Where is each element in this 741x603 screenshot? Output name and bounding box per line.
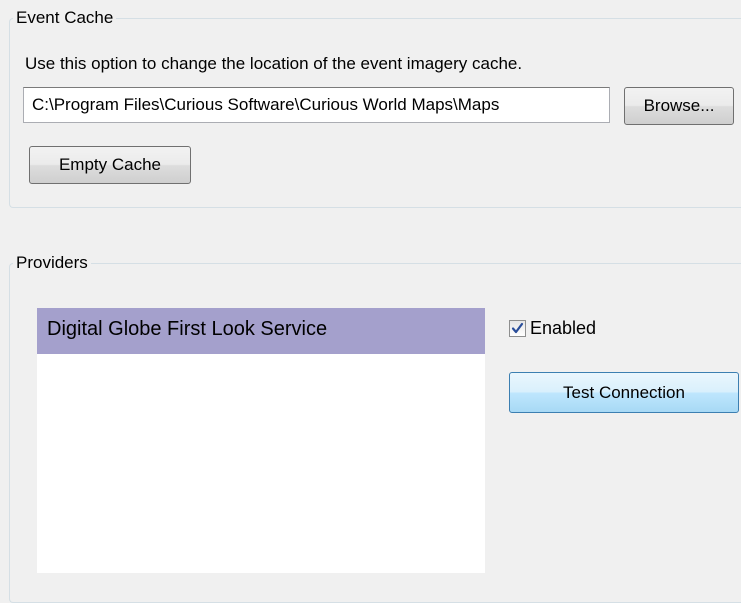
browse-button[interactable]: Browse... bbox=[624, 87, 734, 125]
enabled-checkbox[interactable] bbox=[509, 319, 526, 337]
providers-title: Providers bbox=[13, 253, 91, 273]
enabled-label: Enabled bbox=[530, 318, 597, 338]
list-item[interactable]: Digital Globe First Look Service bbox=[37, 308, 485, 354]
providers-list[interactable]: Digital Globe First Look Service bbox=[37, 308, 485, 573]
enabled-checkbox-control[interactable]: Enabled bbox=[509, 316, 596, 340]
cache-path-input[interactable] bbox=[23, 87, 610, 123]
event-cache-description: Use this option to change the location o… bbox=[25, 54, 523, 73]
event-cache-title: Event Cache bbox=[13, 8, 117, 28]
checkmark-icon bbox=[511, 322, 524, 333]
test-connection-button[interactable]: Test Connection bbox=[509, 372, 739, 413]
empty-cache-button[interactable]: Empty Cache bbox=[29, 146, 191, 184]
